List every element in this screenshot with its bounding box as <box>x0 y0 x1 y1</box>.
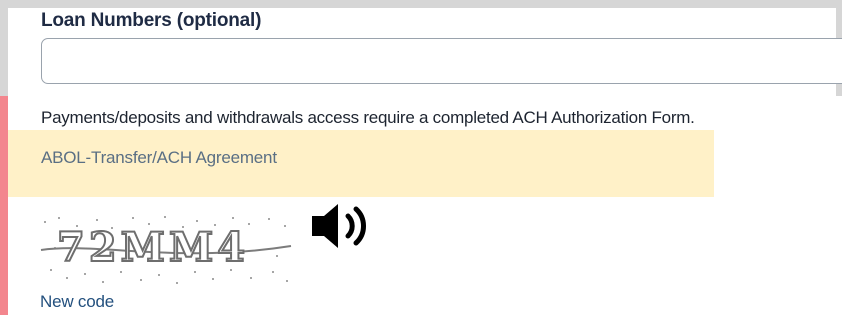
ach-agreement-link[interactable]: ABOL-Transfer/ACH Agreement <box>41 148 277 168</box>
ach-authorization-notice: Payments/deposits and withdrawals access… <box>41 108 695 127</box>
captcha-code: 72MM4 <box>57 224 249 271</box>
audio-captcha-button[interactable] <box>310 196 380 256</box>
captcha-image: 72MM4 <box>40 216 292 284</box>
new-code-link[interactable]: New code <box>40 292 114 312</box>
speaker-icon <box>312 204 366 248</box>
loan-numbers-label: Loan Numbers (optional) <box>41 10 262 31</box>
top-gray-bar <box>0 0 842 8</box>
left-accent-bar <box>0 96 8 315</box>
loan-numbers-input[interactable] <box>41 38 842 84</box>
left-gray-bar <box>0 0 8 96</box>
